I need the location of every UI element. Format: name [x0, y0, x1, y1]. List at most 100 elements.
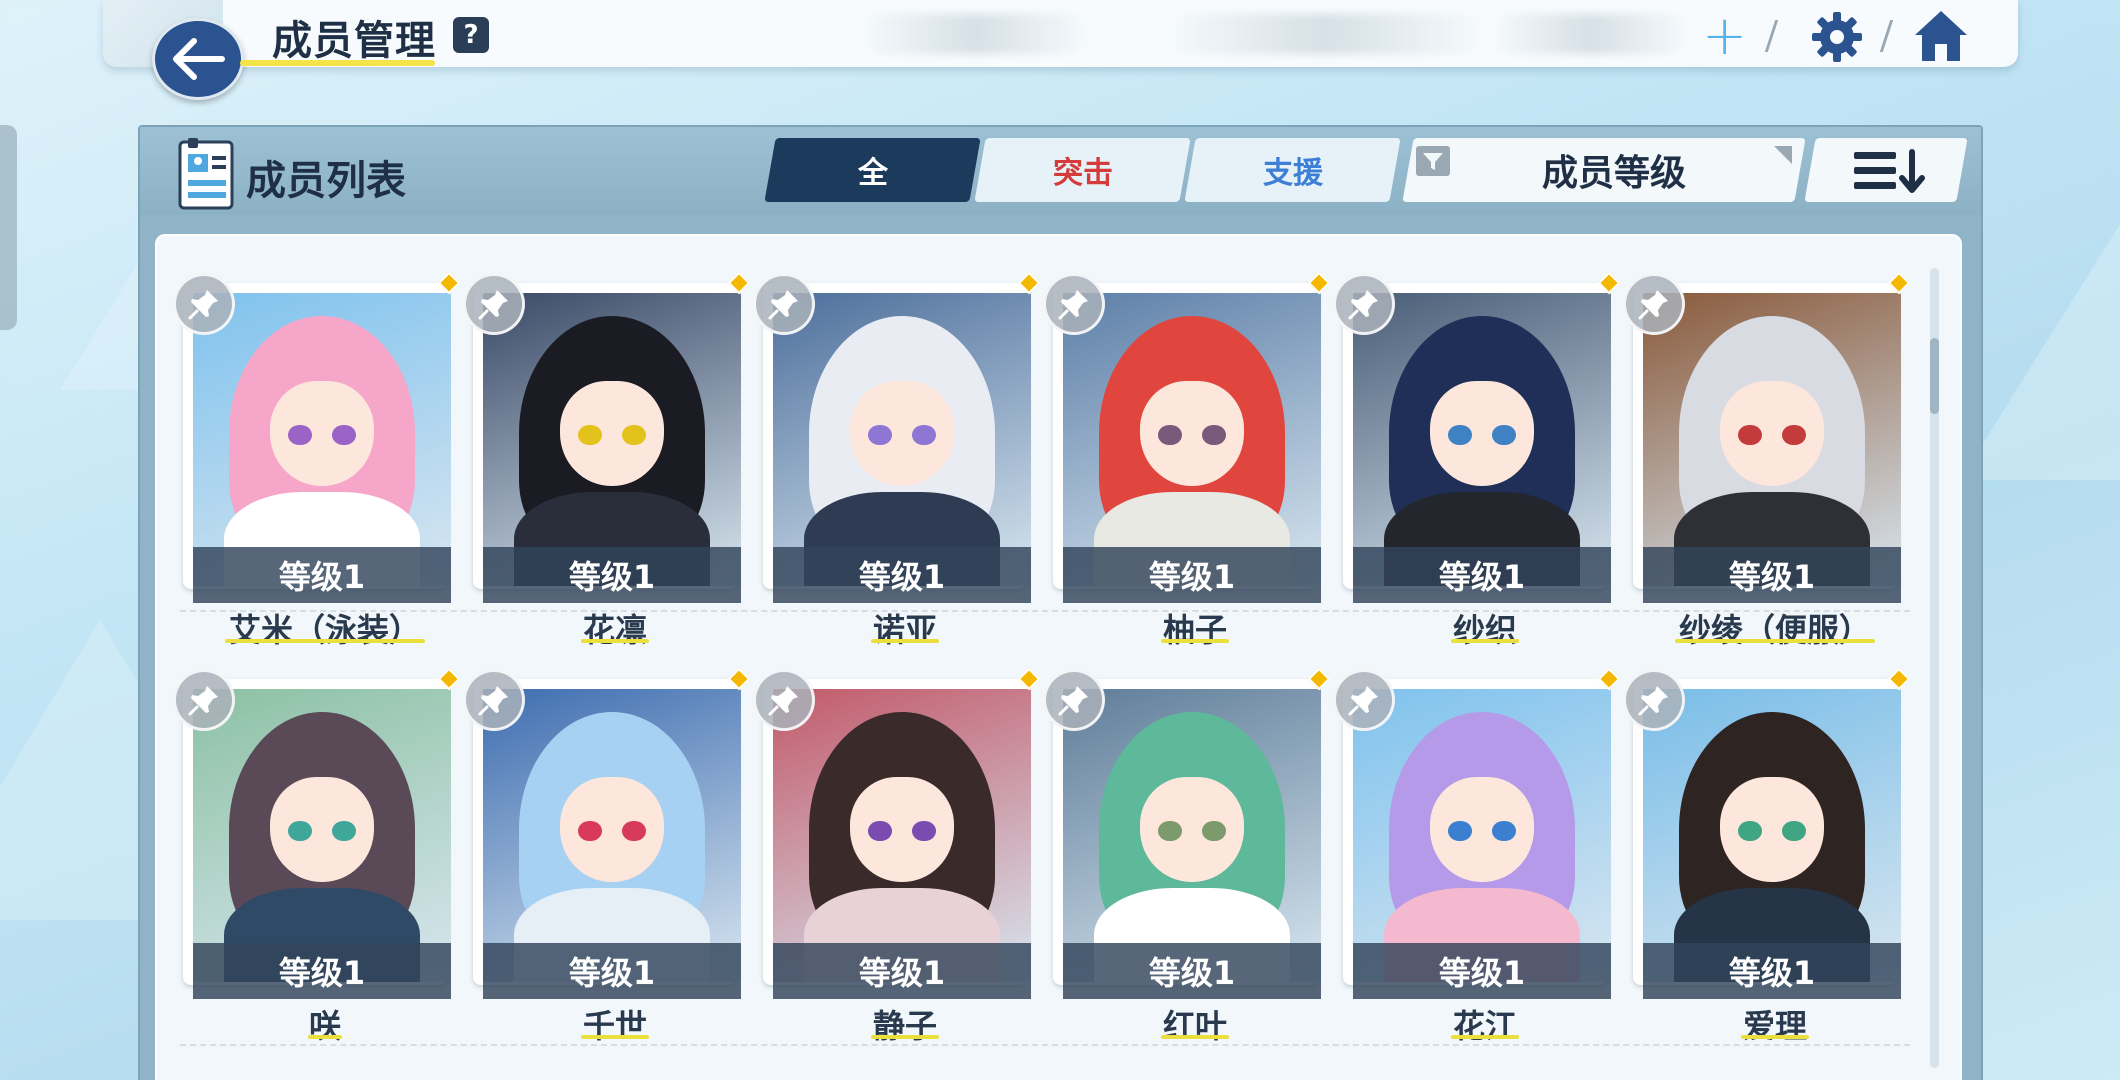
gear-icon[interactable] — [1810, 10, 1864, 64]
pin-icon — [478, 686, 508, 716]
member-level: 等级1 — [1063, 943, 1321, 999]
tab-assault[interactable]: 突击 — [974, 138, 1191, 202]
member-card[interactable]: 等级1 静子 — [753, 667, 1041, 1045]
pin-icon — [188, 686, 218, 716]
name-underline — [1451, 639, 1519, 643]
member-card[interactable]: 等级1 红叶 — [1043, 667, 1331, 1045]
name-underline — [581, 639, 649, 643]
member-name: 静子 — [872, 1007, 937, 1045]
name-underline — [225, 639, 425, 643]
pin-button[interactable] — [753, 273, 815, 335]
bg-decor — [1960, 160, 2120, 480]
portrait-face — [560, 380, 664, 487]
portrait-face — [1430, 380, 1534, 487]
pin-icon — [768, 290, 798, 320]
name-underline — [1675, 639, 1875, 643]
member-level: 等级1 — [483, 547, 741, 603]
member-card[interactable]: 等级1 花凛 — [463, 271, 751, 649]
portrait-eye — [868, 820, 892, 842]
currency-credit-blurred — [1165, 14, 1485, 54]
member-card[interactable]: 等级1 艾米（泳装） — [173, 271, 461, 649]
member-level: 等级1 — [1643, 943, 1901, 999]
pin-button[interactable] — [1333, 273, 1395, 335]
pin-button[interactable] — [1333, 669, 1395, 731]
member-level: 等级1 — [773, 943, 1031, 999]
name-underline — [1161, 1035, 1229, 1039]
sort-descending-icon — [1854, 149, 1925, 193]
side-drawer-handle[interactable] — [0, 125, 17, 330]
pin-button[interactable] — [753, 669, 815, 731]
member-portrait — [1063, 293, 1321, 586]
pin-icon — [768, 686, 798, 716]
portrait-face — [1720, 380, 1824, 487]
home-icon[interactable] — [1912, 8, 1970, 64]
name-underline — [1451, 1035, 1519, 1039]
member-portrait — [483, 689, 741, 982]
member-card[interactable]: 等级1 诺亚 — [753, 271, 1041, 649]
member-portrait — [1353, 293, 1611, 586]
portrait-face — [560, 776, 664, 883]
tab-all[interactable]: 全 — [764, 138, 981, 202]
portrait-eye — [332, 820, 356, 842]
name-underline — [871, 1035, 939, 1039]
member-card[interactable]: 等级1 纱绫（便服） — [1623, 271, 1911, 649]
currency-ap-blurred — [860, 14, 1090, 54]
member-card[interactable]: 等级1 柚子 — [1043, 271, 1331, 649]
member-card[interactable]: 等级1 咲 — [173, 667, 461, 1045]
portrait-eye — [288, 424, 312, 446]
member-portrait — [193, 293, 451, 586]
portrait-eye — [1158, 820, 1182, 842]
portrait-eye — [1448, 820, 1472, 842]
portrait-eye — [1448, 424, 1472, 446]
pin-button[interactable] — [1623, 273, 1685, 335]
row-divider — [180, 1044, 1910, 1046]
member-level: 等级1 — [1643, 547, 1901, 603]
pin-button[interactable] — [173, 669, 235, 731]
member-card[interactable]: 等级1 花江 — [1333, 667, 1621, 1045]
tab-assault-label: 突击 — [1052, 156, 1113, 191]
portrait-face — [1140, 776, 1244, 883]
pin-button[interactable] — [463, 273, 525, 335]
pin-button[interactable] — [1043, 669, 1105, 731]
member-level: 等级1 — [193, 547, 451, 603]
arrow-left-icon — [173, 38, 225, 80]
pin-button[interactable] — [173, 273, 235, 335]
portrait-eye — [622, 820, 646, 842]
member-name: 红叶 — [1162, 1007, 1227, 1045]
pin-button[interactable] — [1623, 669, 1685, 731]
help-button[interactable]: ? — [453, 17, 489, 53]
row-divider — [180, 610, 1910, 612]
member-portrait — [1643, 293, 1901, 586]
member-card[interactable]: 等级1 纱织 — [1333, 271, 1621, 649]
pin-icon — [1638, 686, 1668, 716]
name-underline — [1161, 639, 1229, 643]
pin-button[interactable] — [1043, 273, 1105, 335]
member-portrait — [1643, 689, 1901, 982]
portrait-eye — [912, 424, 936, 446]
portrait-face — [1720, 776, 1824, 883]
pin-button[interactable] — [463, 669, 525, 731]
tab-support[interactable]: 支援 — [1184, 138, 1401, 202]
portrait-face — [1430, 776, 1534, 883]
portrait-eye — [912, 820, 936, 842]
member-portrait — [773, 689, 1031, 982]
member-card[interactable]: 等级1 爱理 — [1623, 667, 1911, 1045]
member-name: 咲 — [308, 1007, 341, 1045]
pin-icon — [1348, 686, 1378, 716]
member-portrait — [773, 293, 1031, 586]
panel-title: 成员列表 — [246, 158, 406, 204]
tab-support-label: 支援 — [1262, 156, 1323, 191]
role-filter-tabs: 全 突击 支援 — [764, 138, 1402, 202]
member-portrait — [483, 293, 741, 586]
scrollbar-thumb[interactable] — [1930, 338, 1939, 414]
member-card[interactable]: 等级1 千世 — [463, 667, 751, 1045]
back-button[interactable] — [152, 18, 244, 100]
add-currency-button[interactable]: + — [1702, 4, 1747, 67]
portrait-eye — [1738, 424, 1762, 446]
portrait-eye — [1158, 424, 1182, 446]
tab-all-label: 全 — [857, 156, 888, 191]
currency-gem-blurred — [1490, 14, 1690, 54]
pin-icon — [1348, 290, 1378, 320]
member-level: 等级1 — [773, 547, 1031, 603]
title-underline — [240, 60, 435, 66]
